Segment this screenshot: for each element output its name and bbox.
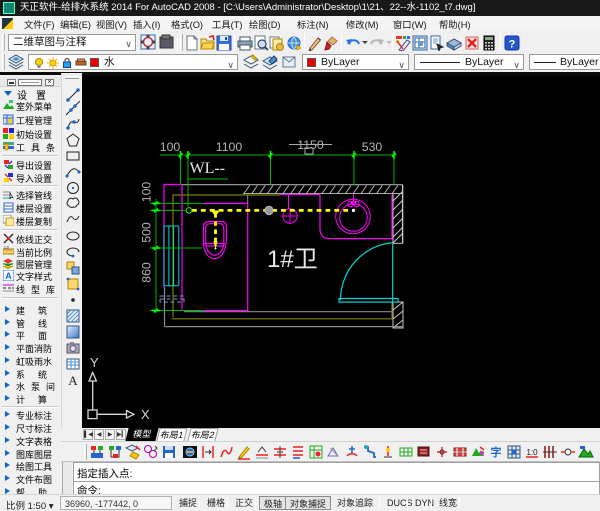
svg-text:A: A xyxy=(5,271,12,281)
svg-text:字: 字 xyxy=(491,445,502,459)
svg-text:1:0: 1:0 xyxy=(526,448,538,457)
svg-text:?: ? xyxy=(509,39,516,51)
svg-text:X: X xyxy=(141,407,150,422)
svg-text:100: 100 xyxy=(140,182,154,203)
svg-text:Y: Y xyxy=(90,355,99,370)
svg-text:530: 530 xyxy=(362,140,383,154)
svg-text:1100: 1100 xyxy=(216,140,243,154)
svg-text:860: 860 xyxy=(140,262,154,283)
svg-text:1:0: 1:0 xyxy=(4,246,9,250)
svg-text:500: 500 xyxy=(140,222,154,243)
svg-text:100: 100 xyxy=(160,140,181,154)
svg-text:1#卫: 1#卫 xyxy=(267,246,318,273)
svg-text:WL--: WL-- xyxy=(190,160,226,177)
svg-text:A: A xyxy=(68,373,78,388)
